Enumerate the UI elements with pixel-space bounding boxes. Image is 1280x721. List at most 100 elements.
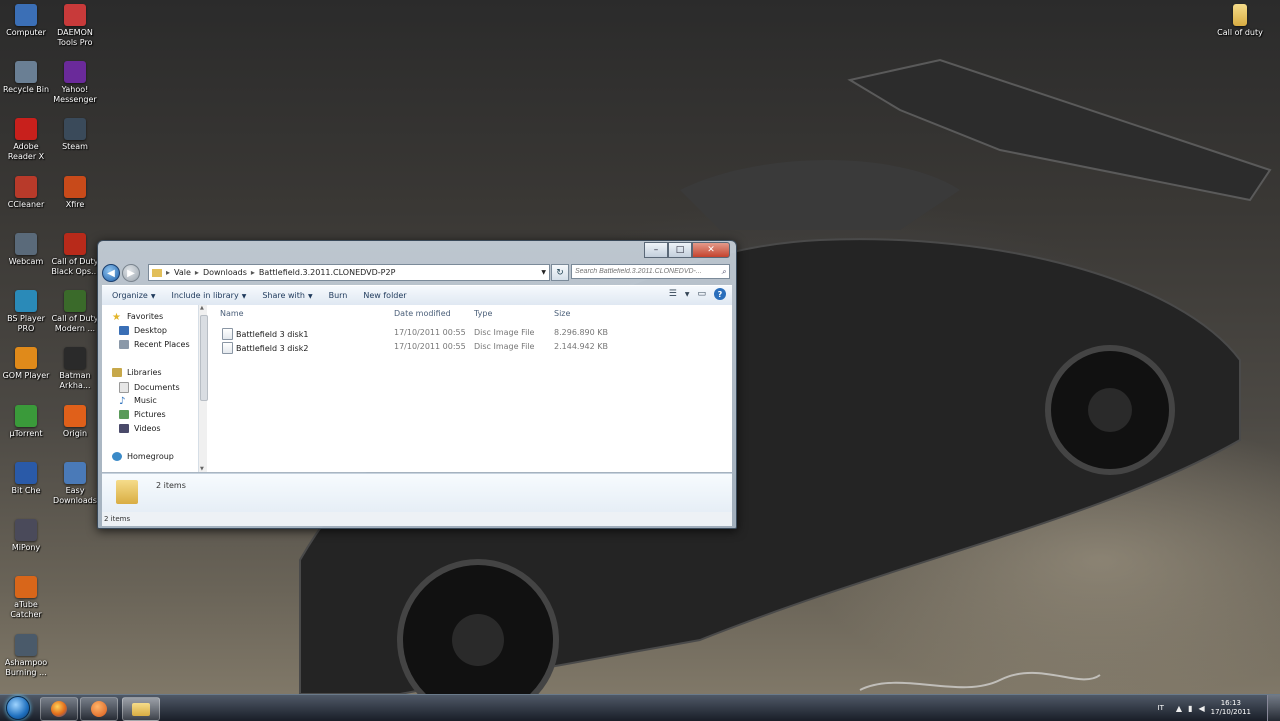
- language-indicator[interactable]: IT: [1158, 704, 1164, 712]
- desktop-icon[interactable]: Call of Duty Black Ops...: [49, 233, 101, 277]
- status-bar: 2 items: [102, 512, 732, 526]
- nav-item-music[interactable]: ♪ Music: [119, 396, 157, 407]
- file-name: Battlefield 3 disk2: [236, 343, 309, 353]
- search-icon: ⌕: [721, 267, 726, 276]
- origin-icon: [64, 405, 86, 427]
- desktop-icon[interactable]: Computer: [0, 4, 52, 38]
- taskbar-origin-button[interactable]: [80, 697, 118, 721]
- breadcrumb-vale[interactable]: Vale: [174, 268, 191, 277]
- file-row[interactable]: Battlefield 3 disk1 17/10/2011 00:55 Dis…: [212, 327, 732, 340]
- desktop-icon[interactable]: Ashampoo Burning ...: [0, 634, 52, 678]
- preview-pane-icon[interactable]: ▭: [697, 289, 706, 299]
- column-header-type[interactable]: Type: [474, 309, 492, 318]
- file-date: 17/10/2011 00:55: [394, 328, 466, 337]
- explorer-window[interactable]: – □ ✕ ◀ ▶ ▸ Vale ▸ Downloads ▸ Battlefie…: [97, 240, 737, 529]
- nav-label: Videos: [134, 424, 161, 433]
- desktop-icon[interactable]: Xfire: [49, 176, 101, 210]
- bsplayer-icon: [15, 290, 37, 312]
- refresh-button[interactable]: ↻: [551, 264, 569, 281]
- desktop-icon-call-of-duty-folder[interactable]: Call of duty: [1214, 4, 1266, 38]
- scroll-down-icon[interactable]: ▼: [200, 466, 204, 472]
- taskbar-explorer-button[interactable]: [122, 697, 160, 721]
- computer-icon: [15, 4, 37, 26]
- clock[interactable]: 16:13 17/10/2011: [1211, 699, 1251, 717]
- nav-item-favorites[interactable]: ★ Favorites: [112, 312, 163, 323]
- nav-item-videos[interactable]: Videos: [119, 424, 161, 433]
- share-with-button[interactable]: Share with ▼: [262, 291, 312, 300]
- column-header-size[interactable]: Size: [554, 309, 570, 318]
- desktop-icon[interactable]: µTorrent: [0, 405, 52, 439]
- nav-item-homegroup[interactable]: Homegroup: [112, 452, 174, 461]
- breadcrumb-downloads[interactable]: Downloads: [203, 268, 247, 277]
- desktop-icon[interactable]: Webcam: [0, 233, 52, 267]
- details-item-count: 2 items: [156, 481, 186, 490]
- desktop-icon[interactable]: Call of Duty Modern ...: [49, 290, 101, 334]
- nav-item-libraries[interactable]: Libraries: [112, 368, 162, 377]
- clock-date: 17/10/2011: [1210, 708, 1251, 716]
- address-folder-icon: [152, 268, 162, 277]
- desktop-icon[interactable]: Batman Arkha...: [49, 347, 101, 391]
- volume-icon[interactable]: ◀: [1198, 704, 1204, 713]
- yahoo-messenger-icon: [64, 61, 86, 83]
- nav-label: Documents: [134, 383, 180, 392]
- desktop-icon[interactable]: Recycle Bin: [0, 61, 52, 95]
- include-in-library-button[interactable]: Include in library ▼: [171, 291, 246, 300]
- taskbar-firefox-button[interactable]: [40, 697, 78, 721]
- forward-arrow-icon: ▶: [127, 267, 135, 279]
- pictures-icon: [119, 410, 129, 419]
- videos-icon: [119, 424, 129, 433]
- close-button[interactable]: ✕: [692, 242, 730, 258]
- maximize-button[interactable]: □: [668, 242, 692, 258]
- nav-item-desktop[interactable]: Desktop: [119, 326, 167, 335]
- nav-item-pictures[interactable]: Pictures: [119, 410, 166, 419]
- libraries-icon: [112, 368, 122, 377]
- navigation-scrollbar[interactable]: ▲ ▼: [199, 305, 208, 472]
- desktop-icon-label: Recycle Bin: [2, 85, 50, 94]
- desktop-icon[interactable]: Origin: [49, 405, 101, 439]
- desktop-icon-label: Adobe Reader X: [7, 142, 45, 161]
- command-bar: Organize ▼ Include in library ▼ Share with…: [102, 285, 732, 306]
- desktop-icon[interactable]: BS Player PRO: [0, 290, 52, 334]
- nav-item-recent-places[interactable]: Recent Places: [119, 340, 190, 349]
- windows-logo-icon: [6, 696, 30, 720]
- search-input[interactable]: [575, 268, 715, 275]
- help-icon[interactable]: ?: [714, 288, 726, 300]
- view-options-icon[interactable]: ☰: [669, 289, 677, 299]
- nav-item-documents[interactable]: Documents: [119, 382, 180, 393]
- address-dropdown-icon[interactable]: ▼: [541, 269, 546, 276]
- burn-button[interactable]: Burn: [329, 291, 348, 300]
- file-row[interactable]: Battlefield 3 disk2 17/10/2011 00:55 Dis…: [212, 341, 732, 354]
- search-box[interactable]: ⌕: [571, 264, 730, 279]
- view-dropdown-icon[interactable]: ▼: [685, 291, 690, 298]
- start-button[interactable]: [2, 695, 34, 721]
- column-header-name[interactable]: Name: [220, 309, 244, 318]
- network-icon[interactable]: ▮: [1188, 704, 1192, 713]
- xfire-icon: [64, 176, 86, 198]
- desktop-icon[interactable]: GOM Player: [0, 347, 52, 381]
- desktop-icon[interactable]: aTube Catcher: [0, 576, 52, 620]
- new-folder-button[interactable]: New folder: [363, 291, 406, 300]
- desktop-icon[interactable]: DAEMON Tools Pro: [49, 4, 101, 48]
- desktop-icon[interactable]: Adobe Reader X: [0, 118, 52, 162]
- desktop-icon-label: aTube Catcher: [10, 600, 42, 619]
- firefox-icon: [51, 701, 67, 717]
- desktop-icon[interactable]: CCleaner: [0, 176, 52, 210]
- desktop-icon[interactable]: Steam: [49, 118, 101, 152]
- address-bar[interactable]: ▸ Vale ▸ Downloads ▸ Battlefield.3.2011.…: [148, 264, 550, 281]
- column-header-date[interactable]: Date modified: [394, 309, 451, 318]
- desktop-icon[interactable]: Bit Che: [0, 462, 52, 496]
- scroll-up-icon[interactable]: ▲: [200, 305, 204, 311]
- desktop-icon[interactable]: Easy Downloads: [49, 462, 101, 506]
- breadcrumb-current-folder[interactable]: Battlefield.3.2011.CLONEDVD-P2P: [259, 268, 396, 277]
- forward-button[interactable]: ▶: [122, 264, 140, 282]
- minimize-button[interactable]: –: [644, 242, 668, 258]
- desktop-icon[interactable]: MiPony: [0, 519, 52, 553]
- show-hidden-icons-icon[interactable]: ▲: [1176, 704, 1182, 713]
- scrollbar-thumb[interactable]: [200, 315, 208, 401]
- show-desktop-button[interactable]: [1267, 695, 1280, 721]
- back-button[interactable]: ◀: [102, 264, 120, 282]
- organize-button[interactable]: Organize ▼: [112, 291, 155, 300]
- desktop-icon-label: Steam: [62, 142, 88, 151]
- address-separator: ▸: [250, 268, 255, 277]
- desktop-icon[interactable]: Yahoo! Messenger: [49, 61, 101, 105]
